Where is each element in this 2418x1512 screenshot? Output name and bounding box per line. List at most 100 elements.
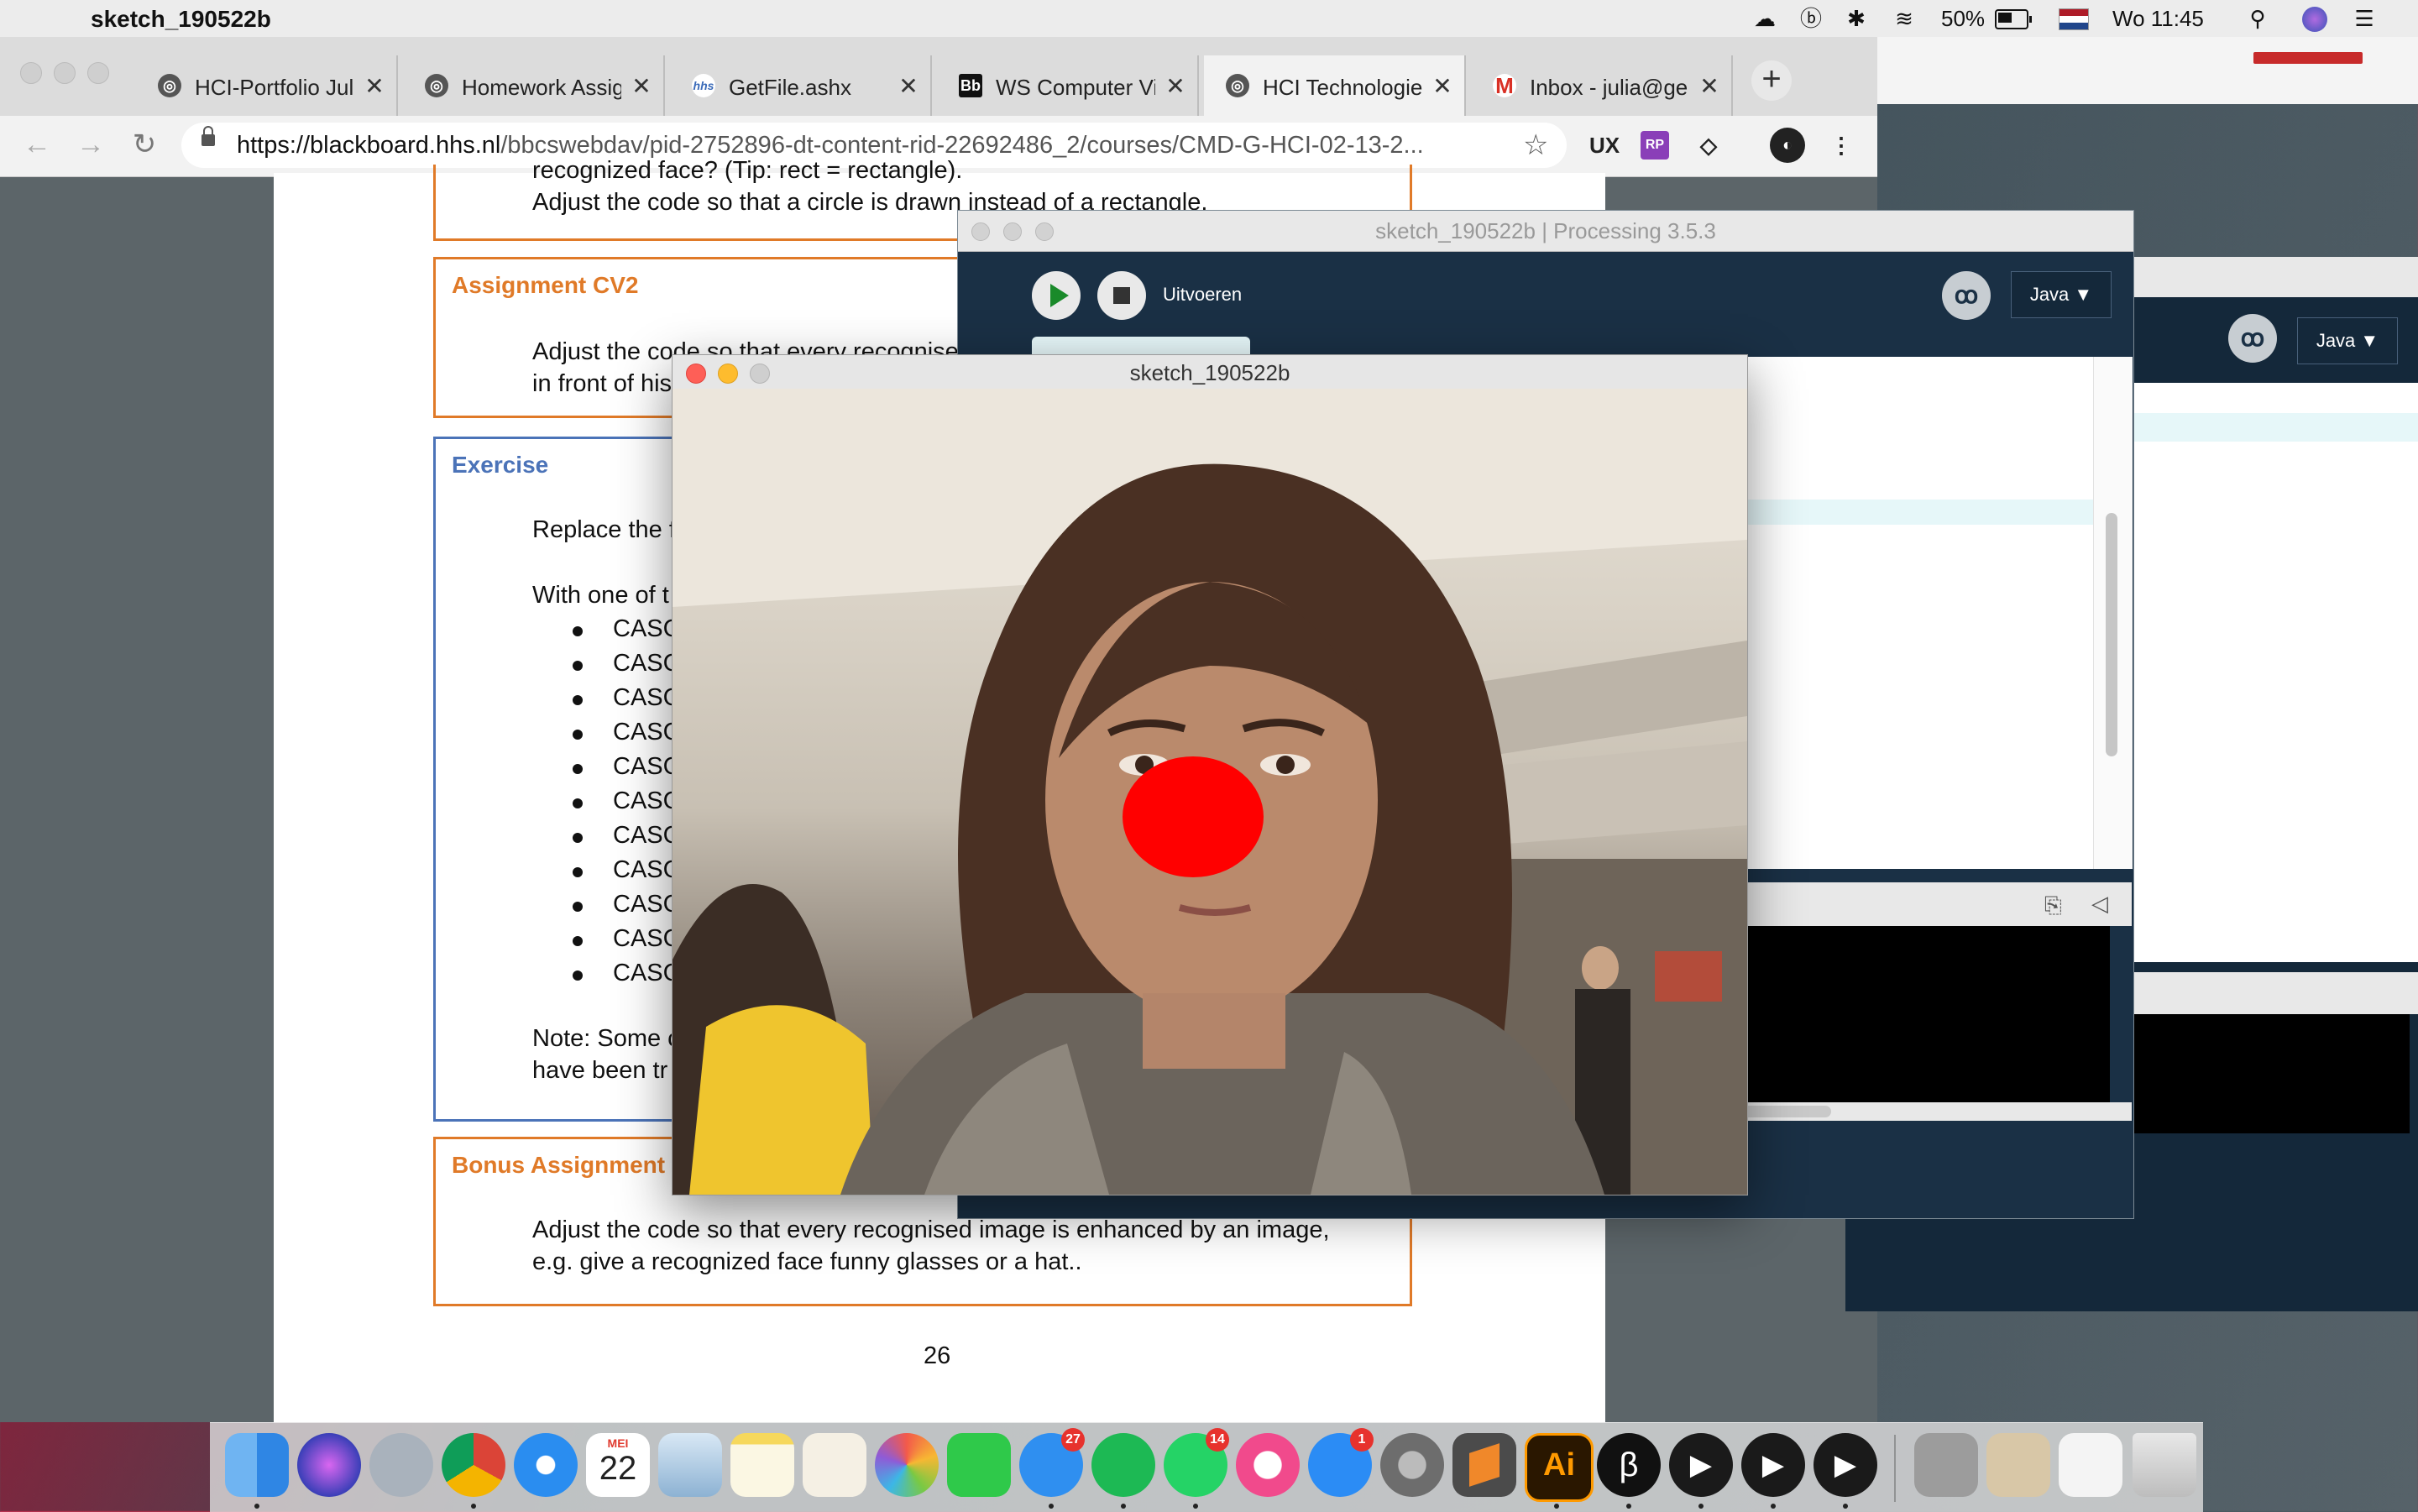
window-close-button[interactable] <box>20 62 42 84</box>
more-menu-icon[interactable]: ⋮ <box>1824 128 1859 163</box>
forward-icon[interactable]: → <box>74 128 107 161</box>
textedit-icon[interactable] <box>803 1433 866 1497</box>
close-icon[interactable]: ✕ <box>1165 74 1185 99</box>
flag-icon[interactable] <box>2059 8 2089 30</box>
ide-window-title: sketch_190522b | Processing 3.5.3 <box>1375 218 1716 243</box>
tab-hci-portfolio[interactable]: ◎ HCI-Portfolio Jul ✕ <box>136 55 398 116</box>
bonus-assignment-title: Bonus Assignment <box>452 1152 666 1178</box>
window-minimize-button[interactable] <box>54 62 76 84</box>
neck <box>1143 993 1285 1069</box>
tab-getfile[interactable]: hhs GetFile.ashx ✕ <box>670 55 932 116</box>
launchpad-icon[interactable] <box>369 1433 433 1497</box>
menu-bar: sketch_190522b ☁ ⓑ ✱ ≋ 50% Wo 11:45 ⚲ ☰ <box>0 0 2418 38</box>
sublime-icon[interactable] <box>1452 1433 1516 1497</box>
creative-cloud-icon[interactable]: ☁ <box>1748 7 1782 30</box>
illustrator-icon[interactable]: Ai <box>1525 1433 1594 1502</box>
photos-icon[interactable] <box>875 1433 939 1497</box>
ide-back-editor[interactable] <box>2131 383 2418 962</box>
running-indicator <box>471 1504 476 1509</box>
close-icon[interactable]: ✕ <box>631 74 652 99</box>
facetime-icon[interactable] <box>947 1433 1011 1497</box>
chrome-icon[interactable] <box>442 1433 505 1497</box>
list-item: CASC <box>613 856 681 883</box>
tab-title: HCI-Portfolio Jul <box>195 75 354 100</box>
run-button[interactable] <box>1032 271 1081 320</box>
exercise-note: have been tr <box>532 1057 668 1084</box>
siri-icon[interactable] <box>2302 7 2327 32</box>
tab-homework[interactable]: ◎ Homework Assig ✕ <box>403 55 665 116</box>
tab-inbox[interactable]: M Inbox - julia@ge ✕ <box>1471 55 1733 116</box>
bullet <box>573 798 583 808</box>
close-icon[interactable]: ✕ <box>1699 74 1719 99</box>
back-icon[interactable]: ← <box>20 128 54 161</box>
bluetooth-icon[interactable]: ✱ <box>1844 7 1869 30</box>
right-pupil <box>1276 756 1295 774</box>
apple-menu-icon[interactable] <box>34 5 54 29</box>
finder-icon[interactable] <box>225 1433 289 1497</box>
close-icon[interactable]: ✕ <box>1432 74 1452 99</box>
rp-extension-icon[interactable]: RP <box>1641 131 1669 160</box>
system-preferences-icon[interactable] <box>1380 1433 1444 1497</box>
reload-icon[interactable]: ↻ <box>128 128 161 161</box>
window-zoom-button[interactable] <box>87 62 109 84</box>
b-icon[interactable]: ⓑ <box>1798 7 1824 30</box>
minimized-window-thumbnail[interactable] <box>1986 1433 2050 1497</box>
ide-titlebar: sketch_190522b | Processing 3.5.3 <box>958 211 2133 252</box>
profile-avatar-icon[interactable]: ◐ <box>1770 128 1805 163</box>
tab-title: Homework Assig <box>462 75 621 100</box>
mail-icon[interactable] <box>658 1433 722 1497</box>
close-icon[interactable]: ✕ <box>898 74 919 99</box>
notes-icon[interactable] <box>730 1433 794 1497</box>
tab-ws-computer-vision[interactable]: Bb WS Computer Vi ✕ <box>937 55 1199 116</box>
list-item: CASC <box>613 960 681 986</box>
sketch-window-title: sketch_190522b <box>1129 360 1290 385</box>
battery-icon[interactable] <box>1995 9 2032 29</box>
red-strip <box>2253 52 2363 64</box>
copy-icon[interactable]: ⎘ <box>2044 892 2062 919</box>
calendar-icon[interactable]: MEI 22 <box>586 1433 650 1497</box>
list-item: CASC <box>613 615 681 642</box>
itunes-icon[interactable] <box>1236 1433 1300 1497</box>
collapse-icon[interactable]: ◁ <box>2091 891 2108 917</box>
active-app-name[interactable]: sketch_190522b <box>91 5 271 34</box>
new-tab-button[interactable]: + <box>1751 60 1792 101</box>
gmail-icon: M <box>1493 74 1516 97</box>
quicktime-icon[interactable]: ▶ <box>1741 1433 1805 1497</box>
trash-icon[interactable] <box>2133 1433 2196 1497</box>
minimized-window-thumbnail[interactable] <box>2059 1433 2122 1497</box>
bullet <box>573 902 583 912</box>
processing-icon[interactable]: β <box>1597 1433 1661 1497</box>
search-icon[interactable]: ⚲ <box>2243 7 2272 30</box>
mode-icon[interactable]: ꝏ <box>1942 271 1991 320</box>
clock[interactable]: Wo 11:45 <box>2112 5 2204 32</box>
spotify-icon[interactable] <box>1091 1433 1155 1497</box>
siri-icon[interactable] <box>297 1433 361 1497</box>
safari-icon[interactable] <box>514 1433 578 1497</box>
quicktime-icon[interactable]: ▶ <box>1814 1433 1877 1497</box>
running-indicator <box>1771 1504 1776 1509</box>
list-item: CASC <box>613 822 681 849</box>
mode-icon[interactable]: ꝏ <box>2228 314 2277 363</box>
bullet <box>573 867 583 877</box>
calendar-month: MEI <box>607 1436 629 1450</box>
messages-badge: 27 <box>1061 1428 1085 1452</box>
list-icon[interactable]: ☰ <box>2347 7 2381 30</box>
mode-select[interactable]: Java ▼ <box>2297 317 2398 364</box>
minimized-window-thumbnail[interactable] <box>1914 1433 1978 1497</box>
ux-extension-icon[interactable]: UX <box>1587 128 1622 163</box>
editor-scrollbar[interactable] <box>2093 357 2133 869</box>
list-item: CASC <box>613 891 681 918</box>
bookmark-star-icon[interactable]: ☆ <box>1523 129 1548 161</box>
quicktime-icon[interactable]: ▶ <box>1669 1433 1733 1497</box>
diamond-extension-icon[interactable]: ◇ <box>1691 128 1726 163</box>
close-icon[interactable]: ✕ <box>364 74 385 99</box>
scrollbar-thumb[interactable] <box>2106 513 2117 756</box>
stop-button[interactable] <box>1097 271 1146 320</box>
highlight-line <box>2131 413 2418 442</box>
appstore-badge: 1 <box>1350 1428 1374 1452</box>
tab-hci-technologie[interactable]: ◎ HCI Technologie ✕ <box>1204 55 1466 116</box>
list-item: CASC <box>613 925 681 952</box>
wifi-icon[interactable]: ≋ <box>1886 7 1923 30</box>
ide-back-console[interactable] <box>2131 1014 2410 1133</box>
mode-select[interactable]: Java ▼ <box>2011 271 2112 318</box>
